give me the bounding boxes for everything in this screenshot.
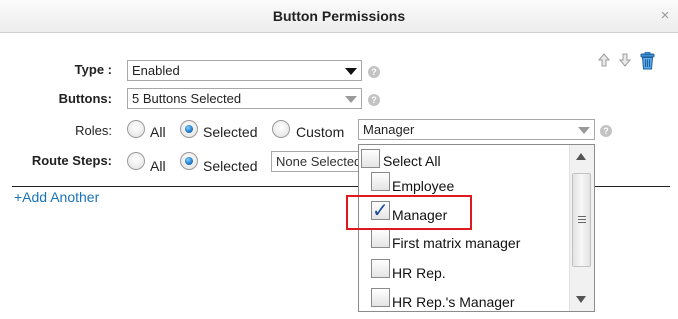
- scroll-down-icon[interactable]: [576, 296, 586, 303]
- buttons-label: Buttons:: [58, 91, 112, 106]
- scroll-up-icon[interactable]: [576, 153, 586, 160]
- scroll-thumb[interactable]: [572, 173, 591, 267]
- route-steps-radio-selected-label: Selected: [203, 158, 258, 174]
- grip-line: [578, 219, 586, 220]
- hr-reps-manager-checkbox[interactable]: [371, 288, 390, 307]
- list-item-label: First matrix manager: [392, 235, 521, 251]
- route-steps-radio-selected[interactable]: [180, 152, 198, 170]
- list-item-label: HR Rep.: [392, 265, 446, 281]
- type-select[interactable]: Enabled: [127, 60, 362, 81]
- hr-rep-checkbox[interactable]: [371, 259, 390, 278]
- employee-checkbox[interactable]: [371, 172, 390, 191]
- list-item-hr-rep[interactable]: HR Rep.: [359, 258, 569, 282]
- type-label: Type :: [74, 62, 112, 77]
- buttons-select-value: 5 Buttons Selected: [132, 91, 242, 106]
- route-steps-select-value: None Selected: [276, 154, 362, 169]
- list-item-select-all[interactable]: Select All: [359, 147, 569, 171]
- select-all-checkbox[interactable]: [361, 149, 380, 168]
- roles-radio-selected[interactable]: [180, 120, 198, 138]
- roles-radio-custom[interactable]: [272, 120, 290, 138]
- first-matrix-manager-checkbox[interactable]: [371, 229, 390, 248]
- roles-radio-all-label: All: [150, 124, 166, 140]
- arrow-down-icon[interactable]: [619, 53, 631, 67]
- route-steps-select[interactable]: None Selected: [271, 151, 363, 172]
- list-item-label: Select All: [383, 153, 441, 169]
- chevron-down-icon: [345, 96, 357, 103]
- help-icon[interactable]: ?: [368, 94, 380, 106]
- roles-radio-selected-label: Selected: [203, 124, 258, 140]
- chevron-down-icon: [345, 68, 357, 75]
- dialog-title: Button Permissions: [272, 8, 406, 24]
- roles-dropdown[interactable]: Manager: [358, 119, 595, 140]
- trash-icon[interactable]: [639, 52, 656, 70]
- roles-radio-all[interactable]: [127, 120, 145, 138]
- roles-dropdown-value: Manager: [363, 122, 415, 137]
- buttons-select[interactable]: 5 Buttons Selected: [127, 88, 362, 109]
- help-icon[interactable]: ?: [368, 66, 380, 78]
- roles-radio-custom-label: Custom: [296, 124, 345, 140]
- arrow-up-icon[interactable]: [598, 53, 610, 67]
- highlight-box: [346, 195, 472, 230]
- list-item-label: HR Rep.'s Manager: [392, 294, 515, 310]
- route-steps-radio-all-label: All: [150, 158, 166, 174]
- route-steps-radio-all[interactable]: [127, 152, 145, 170]
- list-item-first-matrix-manager[interactable]: First matrix manager: [359, 229, 569, 254]
- roles-label: Roles:: [75, 123, 112, 138]
- list-scrollbar[interactable]: [569, 145, 594, 311]
- list-item-employee[interactable]: Employee: [359, 172, 569, 197]
- route-steps-label: Route Steps:: [31, 153, 112, 168]
- add-another-link[interactable]: +Add Another: [14, 189, 99, 205]
- chevron-down-icon: [578, 127, 590, 134]
- grip-line: [578, 216, 586, 217]
- help-icon[interactable]: ?: [600, 125, 612, 137]
- grip-line: [578, 222, 586, 223]
- close-icon[interactable]: ×: [657, 8, 673, 24]
- list-item-hr-reps-manager[interactable]: HR Rep.'s Manager: [359, 286, 569, 310]
- type-select-value: Enabled: [132, 63, 180, 78]
- list-item-label: Employee: [392, 178, 455, 194]
